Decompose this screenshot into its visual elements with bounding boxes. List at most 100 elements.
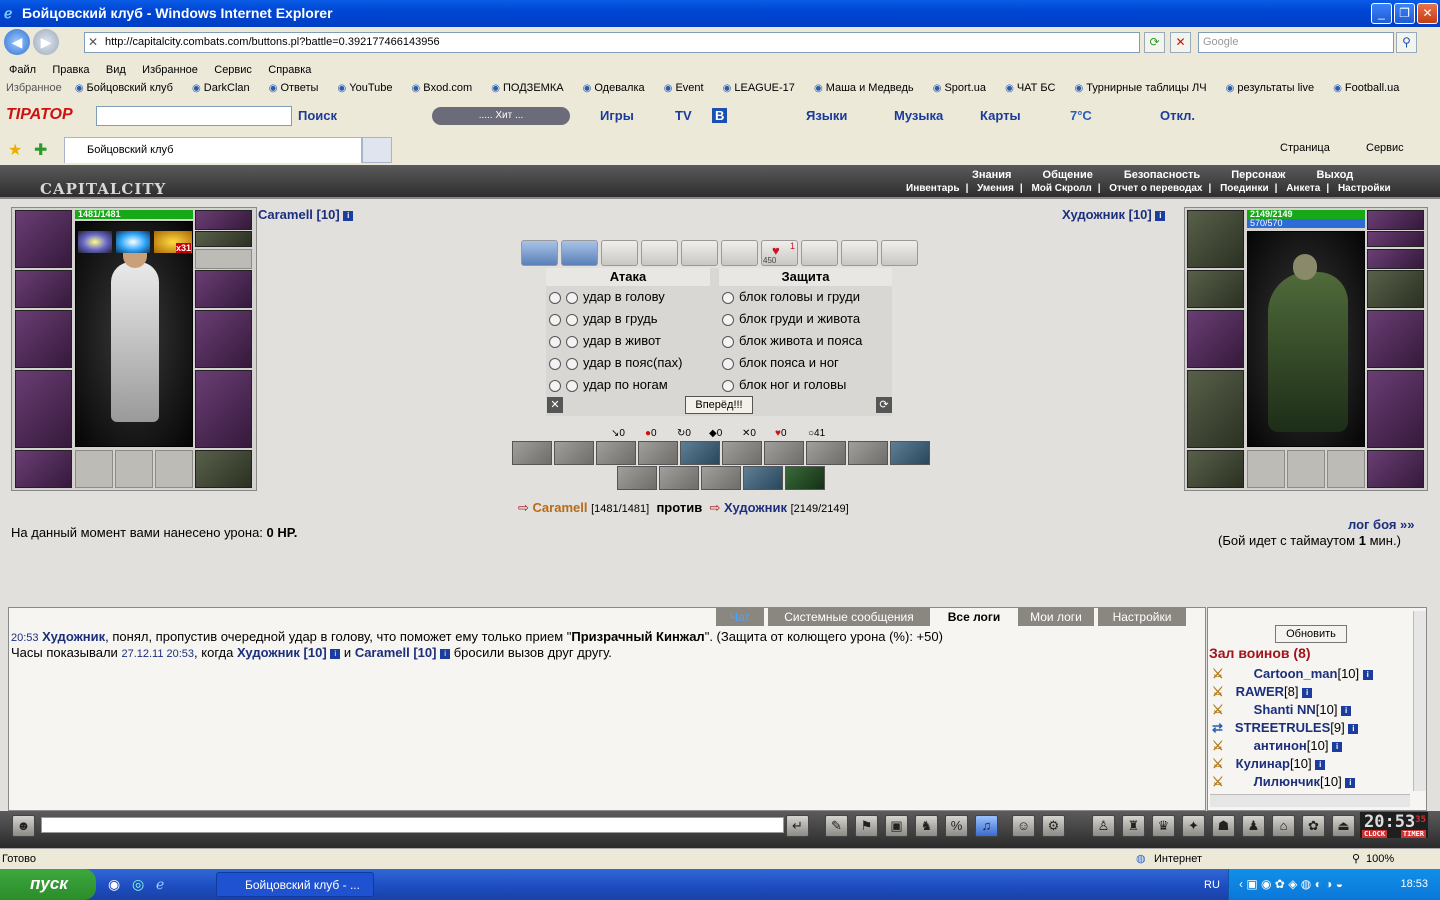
browser-icon[interactable]: ◉ (108, 876, 120, 893)
menu-profile[interactable]: Анкета (1286, 183, 1320, 194)
player-list-item[interactable]: ⚔ RAWER[8] i (1212, 684, 1313, 700)
tab-all-logs[interactable]: Все логи (934, 608, 1014, 626)
vs-enemy-name[interactable]: Художник (724, 500, 787, 515)
menu-settings[interactable]: Настройки (1338, 183, 1391, 194)
menu-inventory[interactable]: Инвентарь (906, 183, 960, 194)
player-avatar[interactable] (75, 221, 193, 447)
tiptop-search-input[interactable] (96, 106, 292, 126)
enemy-rings-slot[interactable] (1367, 249, 1424, 269)
map-icon[interactable]: ✦ (1182, 815, 1205, 837)
info-icon[interactable]: i (440, 648, 451, 659)
maps-button[interactable]: Карты (980, 108, 1021, 123)
enemy-amulet-slot[interactable] (1367, 231, 1424, 247)
scrollbar-horizontal[interactable] (1210, 794, 1410, 807)
stop-icon[interactable]: ✕ (1170, 32, 1191, 53)
empty-slot[interactable] (1247, 450, 1285, 488)
weather-button[interactable]: 7°C (1070, 108, 1092, 123)
send-icon[interactable]: ↵ (786, 815, 809, 837)
rings-slot[interactable] (195, 249, 252, 269)
disable-button[interactable]: Откл. (1160, 108, 1195, 123)
skill-icon[interactable] (743, 466, 783, 490)
page-menu[interactable]: Страница (1280, 142, 1330, 154)
enemy-bracers-slot[interactable] (1187, 270, 1244, 308)
menu-favorites[interactable]: Избранное (142, 64, 198, 76)
tab-chat[interactable]: Чат (716, 608, 764, 626)
amulet-slot[interactable] (195, 231, 252, 247)
refresh-button[interactable]: Обновить (1275, 625, 1347, 643)
defense-radio[interactable] (722, 291, 734, 304)
menu-exit[interactable]: Выход (1316, 169, 1353, 181)
tiptop-search-button[interactable]: Поиск (298, 108, 337, 123)
chat-nick[interactable]: Caramell [10] (355, 645, 437, 660)
paw-icon[interactable]: ✿ (1302, 815, 1325, 837)
back-button[interactable]: ◀ (4, 29, 30, 55)
fav-item[interactable]: Ответы (269, 82, 318, 94)
enemy-name[interactable]: Художник [10] i (1062, 207, 1166, 222)
fav-item[interactable]: Одевалка (583, 82, 644, 94)
skill-icon[interactable] (701, 466, 741, 490)
skill-icon[interactable] (785, 466, 825, 490)
start-button[interactable]: пуск (0, 869, 96, 900)
defense-radio[interactable] (722, 379, 734, 392)
chrome-icon[interactable]: ◎ (132, 876, 144, 893)
enemy-gloves-slot[interactable] (1367, 270, 1424, 308)
attack-radio[interactable] (566, 291, 578, 304)
smile-toggle-icon[interactable]: ☻ (12, 815, 35, 837)
forward-button[interactable]: ▶ (33, 29, 59, 55)
attack-row[interactable]: удар в грудь (549, 311, 658, 326)
empty-slot[interactable] (75, 450, 113, 488)
scrollbar-vertical[interactable] (1413, 611, 1426, 791)
scroll-slot[interactable] (721, 240, 758, 266)
close-button[interactable]: ✕ (1417, 3, 1438, 24)
attack-radio[interactable] (549, 357, 561, 370)
fav-item[interactable]: Event (664, 82, 703, 94)
menu-transfers[interactable]: Отчет о переводах (1109, 183, 1202, 194)
languages-button[interactable]: Языки (806, 108, 847, 123)
buff-icon[interactable]: x31 (154, 231, 192, 253)
zoom-icon[interactable]: ⚲ (1352, 852, 1360, 865)
add-favorite-icon[interactable]: ✚ (34, 140, 47, 160)
scroll-slot[interactable] (641, 240, 678, 266)
buff-icon[interactable] (116, 231, 150, 253)
enemy-offhand-slot[interactable] (1367, 310, 1424, 368)
menu-character[interactable]: Персонаж (1231, 169, 1285, 181)
bag-icon[interactable]: ♙ (1092, 815, 1115, 837)
player-list-item[interactable]: ⚔ Лилюнчик[10] i (1212, 774, 1356, 790)
menu-view[interactable]: Вид (106, 64, 126, 76)
player-name-text[interactable]: Caramell (258, 207, 313, 222)
fav-item[interactable]: результаты live (1226, 82, 1314, 94)
friends-icon[interactable]: ☗ (1212, 815, 1235, 837)
player-list-item[interactable]: ⚔ антинон[10] i (1212, 738, 1343, 754)
fav-item[interactable]: Бойцовский клуб (75, 82, 173, 94)
minimize-button[interactable]: _ (1371, 3, 1392, 24)
taskbar-item[interactable]: Бойцовский клуб - ... (216, 872, 374, 897)
defense-radio[interactable] (722, 335, 734, 348)
skill-icon[interactable] (638, 441, 678, 465)
earrings-slot[interactable] (195, 210, 252, 230)
refresh-fight-icon[interactable]: ⟳ (876, 397, 892, 413)
buff-icon[interactable] (78, 231, 112, 253)
exit-icon[interactable]: ⏏ (1332, 815, 1355, 837)
go-button[interactable]: Вперёд!!! (685, 396, 753, 414)
attack-radio[interactable] (566, 335, 578, 348)
defense-row[interactable]: блок головы и груди (722, 289, 860, 304)
menu-communication[interactable]: Общение (1043, 169, 1093, 181)
house-icon[interactable]: ⌂ (1272, 815, 1295, 837)
defense-row[interactable]: блок живота и пояса (722, 333, 862, 348)
refresh-icon[interactable]: ⟳ (1144, 32, 1165, 53)
skill-icon[interactable] (806, 441, 846, 465)
tools-menu[interactable]: Сервис (1366, 142, 1404, 154)
scroll-slot[interactable] (601, 240, 638, 266)
menu-tools[interactable]: Сервис (214, 64, 252, 76)
skill-icon[interactable] (554, 441, 594, 465)
enemy-earrings-slot[interactable] (1367, 210, 1424, 230)
info-icon[interactable]: i (330, 648, 341, 659)
clear-icon[interactable]: ✎ (825, 815, 848, 837)
percent-icon[interactable]: % (945, 815, 968, 837)
enemy-belt-slot[interactable] (1187, 450, 1244, 488)
attack-row[interactable]: удар по ногам (549, 377, 668, 392)
tab-system[interactable]: Системные сообщения (768, 608, 930, 626)
scroll-slot[interactable]: ♥ 1 450 (761, 240, 798, 266)
enemy-helmet-slot[interactable] (1187, 210, 1244, 268)
scroll-slot[interactable] (801, 240, 838, 266)
